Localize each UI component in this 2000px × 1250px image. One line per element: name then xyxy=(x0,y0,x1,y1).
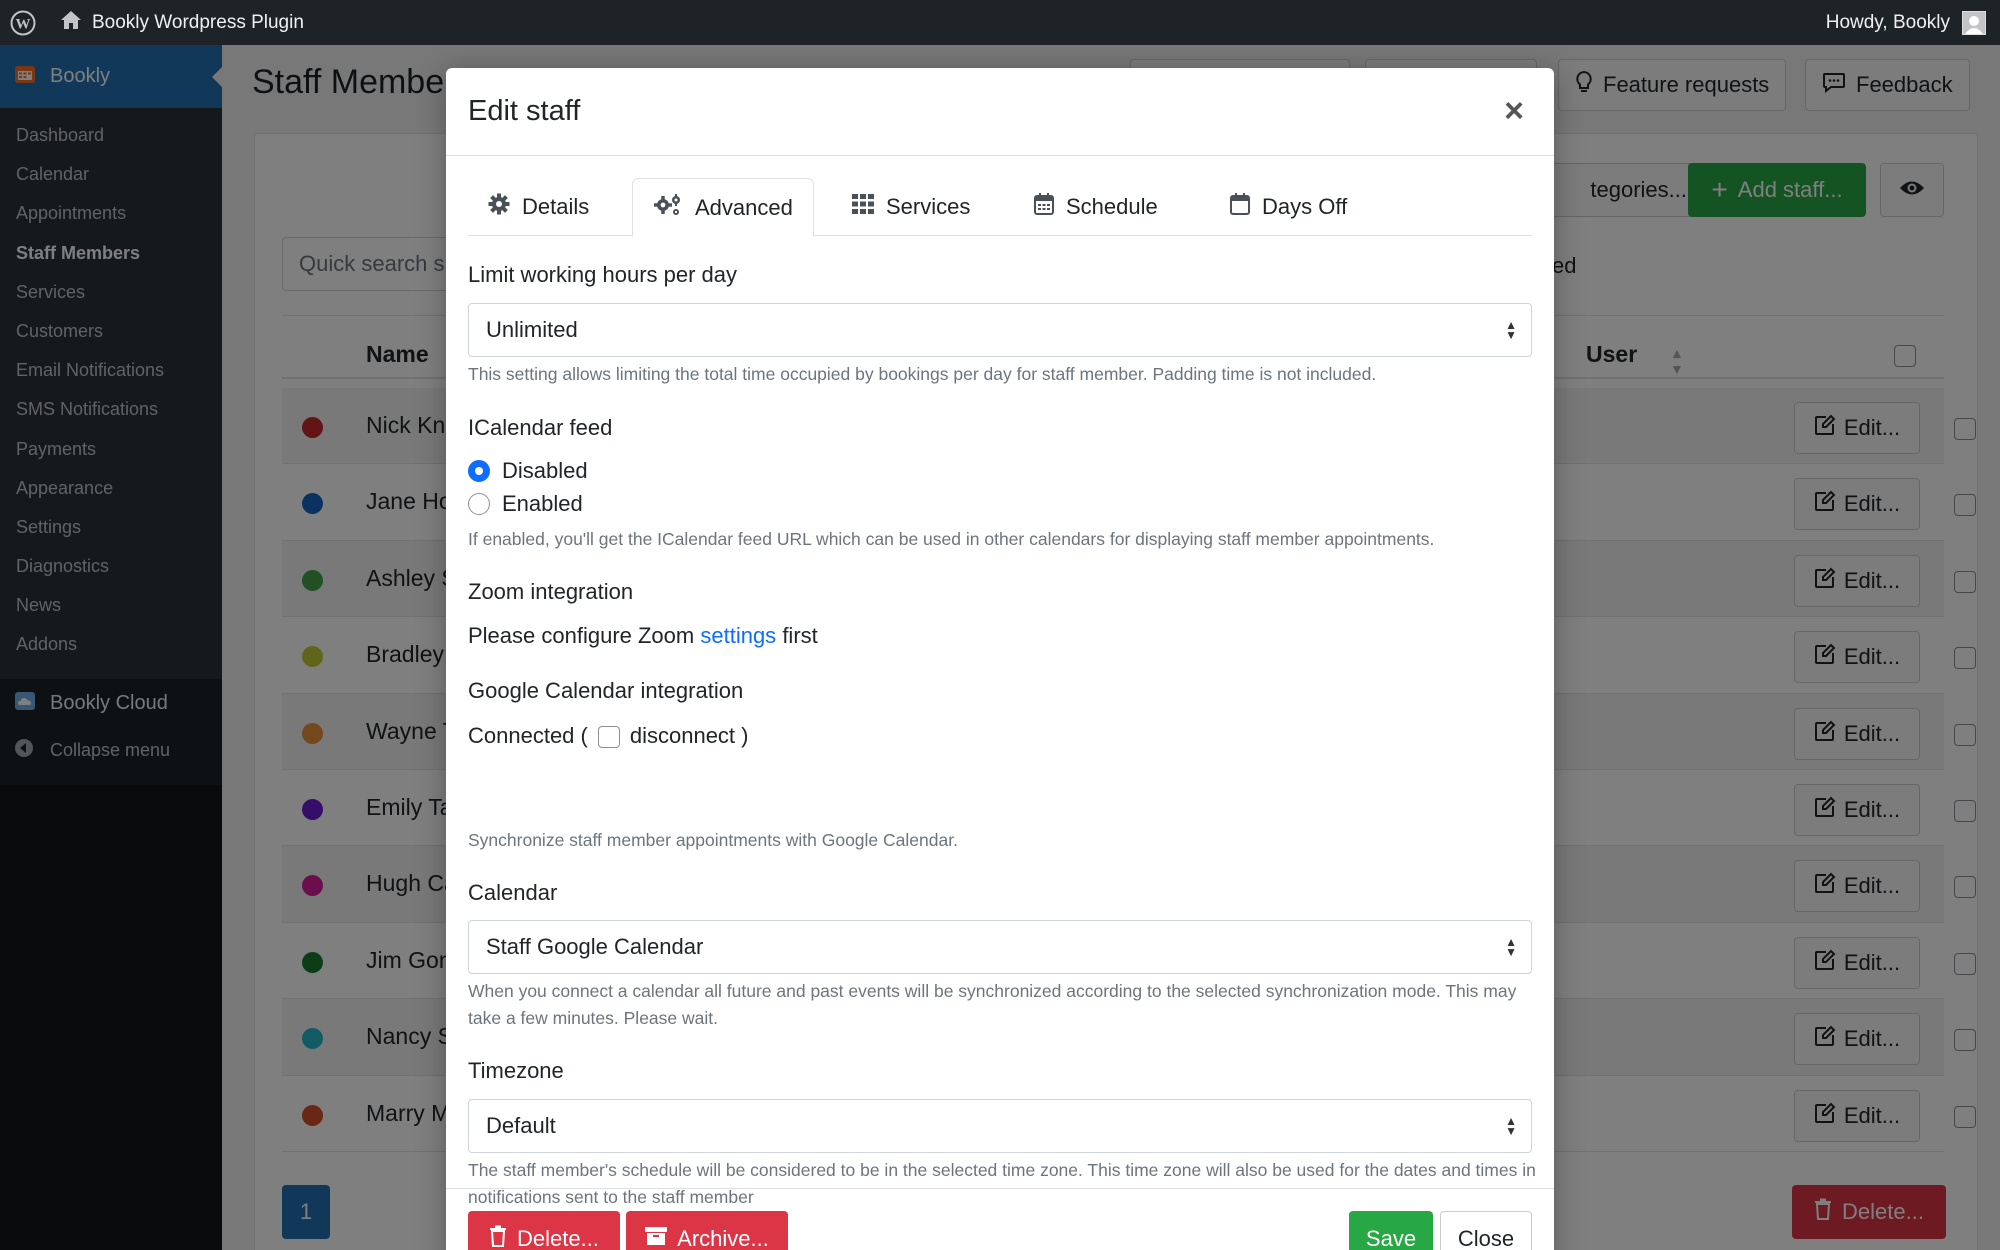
trash-icon xyxy=(489,1225,507,1250)
calendar-icon xyxy=(1230,193,1250,221)
google-calendar-label: Google Calendar integration xyxy=(468,678,744,703)
zoom-settings-link[interactable]: settings xyxy=(700,623,776,648)
icalendar-label: ICalendar feed xyxy=(468,415,613,440)
tab-details[interactable]: Details xyxy=(468,178,609,236)
zoom-label: Zoom integration xyxy=(468,579,634,604)
zoom-text-after: first xyxy=(782,623,818,648)
timezone-value: Default xyxy=(486,1113,556,1138)
tab-days-off-label: Days Off xyxy=(1262,194,1348,219)
tab-services-label: Services xyxy=(886,194,971,219)
delete-button[interactable]: Delete... xyxy=(468,1211,620,1250)
icalendar-enabled-radio[interactable]: Enabled xyxy=(468,491,583,517)
tab-advanced-label: Advanced xyxy=(695,194,793,220)
modal-header: Edit staff × xyxy=(446,68,1554,156)
timezone-select[interactable]: Default ▲ ▼ xyxy=(468,1099,1532,1153)
svg-text:W: W xyxy=(16,16,31,32)
grid-icon xyxy=(852,194,874,220)
radio-unchecked[interactable] xyxy=(468,493,490,515)
tab-schedule-label: Schedule xyxy=(1066,194,1158,219)
modal-title: Edit staff xyxy=(468,95,581,127)
working-hours-help: This setting allows limiting the total t… xyxy=(468,364,1377,384)
home-icon xyxy=(60,10,82,36)
timezone-label: Timezone xyxy=(468,1058,564,1083)
close-button[interactable]: Close xyxy=(1440,1211,1532,1250)
close-icon[interactable]: × xyxy=(1504,94,1524,128)
calendar-week-icon xyxy=(1034,193,1054,221)
archive-button-label: Archive... xyxy=(677,1226,769,1250)
gears-icon xyxy=(653,193,683,223)
archive-icon xyxy=(645,1226,668,1250)
working-hours-label: Limit working hours per day xyxy=(468,262,738,287)
zoom-text-before: Please configure Zoom xyxy=(468,623,695,648)
disconnect-text: disconnect ) xyxy=(629,723,749,748)
select-caret-icon: ▲ ▼ xyxy=(1505,935,1517,959)
site-title: Bookly Wordpress Plugin xyxy=(92,11,304,33)
tab-services[interactable]: Services xyxy=(832,178,990,236)
icalendar-disabled-radio[interactable]: Disabled xyxy=(468,458,588,484)
site-link[interactable]: Bookly Wordpress Plugin xyxy=(60,10,304,36)
wordpress-logo-icon[interactable]: W xyxy=(0,0,46,45)
save-button[interactable]: Save xyxy=(1349,1211,1433,1250)
tab-advanced[interactable]: Advanced xyxy=(632,178,814,237)
working-hours-select[interactable]: Unlimited ▲ ▼ xyxy=(468,303,1532,357)
working-hours-value: Unlimited xyxy=(486,317,578,342)
icalendar-disabled-label: Disabled xyxy=(502,458,588,483)
edit-staff-modal: Edit staff × Details Advanced Services S… xyxy=(446,68,1554,1250)
avatar xyxy=(1962,10,1986,35)
calendar-value: Staff Google Calendar xyxy=(486,934,704,959)
connected-text: Connected ( xyxy=(468,723,588,748)
select-caret-icon: ▲ ▼ xyxy=(1505,1114,1517,1138)
calendar-label: Calendar xyxy=(468,880,558,905)
icalendar-enabled-label: Enabled xyxy=(502,491,583,516)
delete-button-label: Delete... xyxy=(517,1226,599,1250)
google-connected-row: Connected ( disconnect ) xyxy=(468,723,748,749)
calendar-help: When you connect a calendar all future a… xyxy=(468,981,1517,1028)
gear-icon xyxy=(488,193,510,221)
radio-checked[interactable] xyxy=(468,460,490,482)
modal-tabs: Details Advanced Services Schedule Days … xyxy=(468,178,1532,237)
admin-bar: W Bookly Wordpress Plugin Howdy, Bookly xyxy=(0,0,2000,45)
tab-days-off[interactable]: Days Off xyxy=(1210,178,1367,236)
disconnect-checkbox[interactable] xyxy=(597,726,620,749)
tab-details-label: Details xyxy=(522,194,590,219)
calendar-select[interactable]: Staff Google Calendar ▲ ▼ xyxy=(468,920,1532,974)
tab-schedule[interactable]: Schedule xyxy=(1014,178,1178,236)
icalendar-help: If enabled, you'll get the ICalendar fee… xyxy=(468,529,1435,549)
archive-button[interactable]: Archive... xyxy=(626,1211,788,1250)
howdy-text: Howdy, Bookly xyxy=(1825,11,1950,33)
account-menu[interactable]: Howdy, Bookly xyxy=(1826,0,1986,45)
select-caret-icon: ▲ ▼ xyxy=(1505,318,1517,342)
google-help: Synchronize staff member appointments wi… xyxy=(468,830,958,850)
zoom-config-text: Please configure Zoom settings first xyxy=(468,623,818,649)
